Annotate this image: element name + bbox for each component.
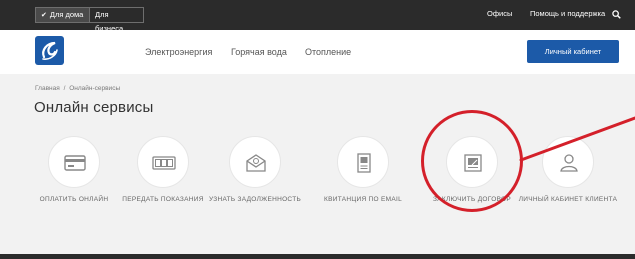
home-audience-label: Для дома: [49, 10, 84, 19]
nav-hot-water[interactable]: Горячая вода: [231, 47, 287, 57]
nav-electricity[interactable]: Электроэнергия: [145, 47, 212, 57]
top-bar: ✔ Для дома Для бизнеса Офисы Помощь и под…: [0, 0, 635, 33]
service-label: личный кабинет клиента: [518, 196, 618, 203]
audience-switch: ✔ Для дома Для бизнеса: [35, 7, 144, 33]
envelope-icon: [246, 154, 266, 172]
page-title: Онлайн сервисы: [34, 99, 154, 116]
nav-heating[interactable]: Отопление: [305, 47, 351, 57]
footer-strip: [0, 254, 635, 259]
search-icon[interactable]: [612, 10, 621, 19]
breadcrumb: Главная / Онлайн-сервисы: [35, 85, 120, 92]
service-icon-circle: [48, 136, 100, 188]
card-icon: [64, 155, 86, 171]
service-icon-circle: [337, 136, 389, 188]
breadcrumb-home[interactable]: Главная: [35, 85, 60, 92]
breadcrumb-separator: /: [63, 85, 66, 92]
main-header: Электроэнергия Горячая вода Отопление Ли…: [0, 30, 635, 74]
business-audience-button[interactable]: Для бизнеса: [90, 8, 143, 33]
service-label: узнать задолженность: [208, 196, 302, 203]
service-label: передать показания: [122, 196, 204, 203]
user-icon: [560, 154, 578, 172]
service-icon-circle: [229, 136, 281, 188]
check-icon: ✔: [41, 12, 47, 19]
logo-mark-icon: [42, 41, 58, 60]
personal-cabinet-button[interactable]: Личный кабинет: [527, 40, 619, 63]
offices-link[interactable]: Офисы: [487, 9, 512, 18]
service-icon-circle: [542, 136, 594, 188]
services-section: Главная / Онлайн-сервисы Онлайн сервисы …: [0, 74, 635, 254]
highlight-annotation-circle: [421, 110, 523, 212]
help-link[interactable]: Помощь и поддержка: [530, 9, 605, 18]
brand-logo[interactable]: [35, 36, 64, 65]
service-label: квитанция по email: [324, 196, 402, 203]
receipt-icon: [357, 153, 371, 173]
service-icon-circle: [137, 136, 189, 188]
home-audience-button[interactable]: ✔ Для дома: [36, 8, 89, 22]
breadcrumb-current: Онлайн-сервисы: [69, 85, 121, 92]
service-label: оплатить онлайн: [39, 196, 109, 203]
meter-icon: [152, 156, 176, 170]
